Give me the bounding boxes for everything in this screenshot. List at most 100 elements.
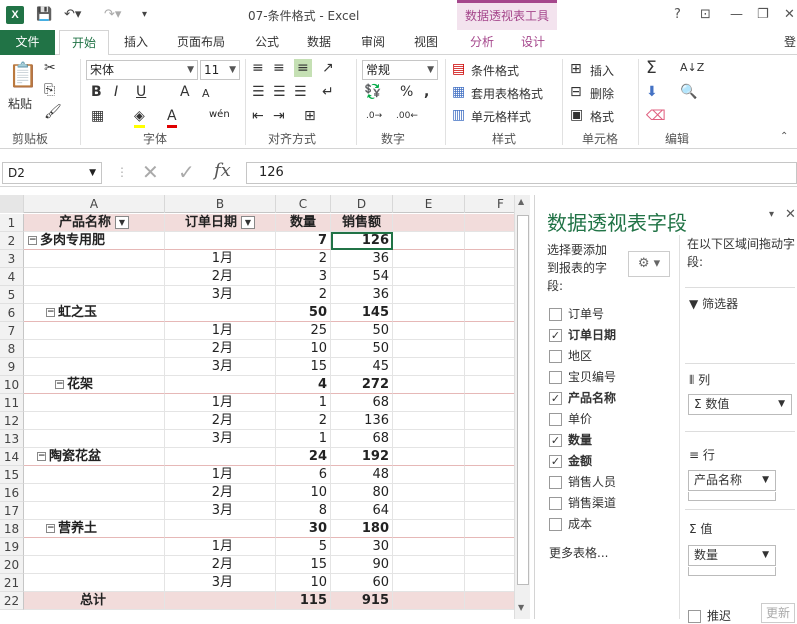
cell[interactable] bbox=[24, 250, 165, 268]
wrap-text-icon[interactable]: ↵ bbox=[322, 83, 334, 101]
cell-styles-button[interactable]: 单元格样式 bbox=[471, 108, 531, 125]
font-name-select[interactable]: 宋体 ▼ bbox=[86, 60, 198, 80]
group-label[interactable]: − 陶瓷花盆 bbox=[24, 448, 165, 466]
qty-cell[interactable]: 1 bbox=[276, 430, 331, 448]
tab-formulas[interactable]: 公式 bbox=[255, 30, 279, 55]
cell[interactable] bbox=[165, 376, 276, 394]
align-left-icon[interactable]: ☰ bbox=[252, 83, 265, 101]
row-header[interactable]: 13 bbox=[0, 430, 24, 448]
sales-cell[interactable]: 36 bbox=[331, 286, 393, 304]
qty-cell[interactable]: 2 bbox=[276, 250, 331, 268]
row-header[interactable]: 12 bbox=[0, 412, 24, 430]
paste-button[interactable]: 粘贴 bbox=[8, 95, 32, 112]
decrease-decimal-icon[interactable]: .00← bbox=[396, 107, 418, 125]
qty-cell[interactable]: 2 bbox=[276, 412, 331, 430]
qty-cell[interactable]: 1 bbox=[276, 394, 331, 412]
cell[interactable] bbox=[393, 556, 465, 574]
month-cell[interactable]: 2月 bbox=[165, 484, 276, 502]
scroll-down-icon[interactable]: ▼ bbox=[518, 603, 524, 612]
sales-cell[interactable]: 126 bbox=[331, 232, 393, 250]
tab-analyze[interactable]: 分析 bbox=[470, 30, 494, 55]
tab-home[interactable]: 开始 bbox=[59, 30, 109, 56]
cell[interactable] bbox=[24, 556, 165, 574]
align-top-icon[interactable]: ≡ bbox=[252, 59, 264, 77]
minimize-icon[interactable]: — bbox=[730, 6, 743, 24]
cell-styles-icon[interactable]: ▥ bbox=[452, 106, 465, 124]
merge-center-icon[interactable]: ⊞ bbox=[304, 107, 316, 125]
row-header[interactable]: 7 bbox=[0, 322, 24, 340]
cell[interactable] bbox=[24, 340, 165, 358]
month-cell[interactable]: 3月 bbox=[165, 430, 276, 448]
field-checkbox[interactable]: ✓ bbox=[549, 434, 562, 447]
qty-cell[interactable]: 50 bbox=[276, 304, 331, 322]
cell[interactable] bbox=[24, 502, 165, 520]
formula-input[interactable]: 126 bbox=[246, 162, 797, 184]
month-cell[interactable]: 1月 bbox=[165, 250, 276, 268]
scroll-up-icon[interactable]: ▲ bbox=[518, 197, 524, 206]
insert-cells-button[interactable]: 插入 bbox=[590, 62, 614, 79]
clear-icon[interactable]: ⌫ bbox=[646, 107, 666, 125]
month-cell[interactable]: 2月 bbox=[165, 412, 276, 430]
field-settings-gear-icon[interactable]: ⚙ ▾ bbox=[628, 251, 670, 277]
cell[interactable] bbox=[24, 268, 165, 286]
phonetic-button[interactable]: wén bbox=[209, 109, 230, 120]
field-checkbox[interactable]: ✓ bbox=[549, 329, 562, 342]
sales-cell[interactable]: 30 bbox=[331, 538, 393, 556]
group-label[interactable]: − 营养土 bbox=[24, 520, 165, 538]
sales-cell[interactable]: 180 bbox=[331, 520, 393, 538]
scroll-thumb[interactable] bbox=[517, 215, 529, 585]
cell[interactable] bbox=[393, 340, 465, 358]
format-as-table-icon[interactable]: ▦ bbox=[452, 83, 465, 101]
align-right-icon[interactable]: ☰ bbox=[294, 83, 307, 101]
sales-cell[interactable]: 60 bbox=[331, 574, 393, 592]
bold-button[interactable]: B bbox=[91, 83, 102, 101]
qty-cell[interactable]: 3 bbox=[276, 268, 331, 286]
select-all-corner[interactable] bbox=[0, 195, 24, 213]
decrease-indent-icon[interactable]: ⇤ bbox=[252, 107, 264, 125]
delete-cells-icon[interactable]: ⊟ bbox=[570, 83, 582, 101]
sales-cell[interactable]: 64 bbox=[331, 502, 393, 520]
cell[interactable] bbox=[24, 358, 165, 376]
values-area-item[interactable]: 数量 ▼ bbox=[688, 545, 776, 566]
collapse-icon[interactable]: − bbox=[46, 524, 55, 533]
qty-cell[interactable]: 5 bbox=[276, 538, 331, 556]
month-cell[interactable]: 3月 bbox=[165, 574, 276, 592]
sales-cell[interactable]: 90 bbox=[331, 556, 393, 574]
cell[interactable] bbox=[393, 466, 465, 484]
increase-indent-icon[interactable]: ⇥ bbox=[273, 107, 285, 125]
grand-total-label[interactable]: 总计 bbox=[24, 592, 165, 610]
cell[interactable] bbox=[393, 286, 465, 304]
tab-design[interactable]: 设计 bbox=[521, 30, 545, 55]
undo-icon[interactable]: ↶▾ bbox=[64, 6, 81, 24]
pivot-field-item[interactable]: 成本 bbox=[549, 515, 592, 533]
name-box[interactable]: D2 ▼ bbox=[2, 162, 102, 184]
cell[interactable] bbox=[393, 592, 465, 610]
month-cell[interactable]: 2月 bbox=[165, 556, 276, 574]
qty-cell[interactable]: 6 bbox=[276, 466, 331, 484]
cell[interactable] bbox=[24, 574, 165, 592]
pivot-field-item[interactable]: ✓ 订单日期 bbox=[549, 326, 616, 344]
fill-icon[interactable]: ⬇ bbox=[646, 83, 658, 101]
pivot-field-item[interactable]: ✓ 产品名称 bbox=[549, 389, 616, 407]
cell[interactable] bbox=[165, 520, 276, 538]
month-cell[interactable]: 1月 bbox=[165, 538, 276, 556]
column-header[interactable]: A bbox=[24, 195, 165, 213]
field-checkbox[interactable] bbox=[549, 413, 562, 426]
field-checkbox[interactable] bbox=[549, 308, 562, 321]
sales-cell[interactable]: 145 bbox=[331, 304, 393, 322]
cell[interactable] bbox=[24, 412, 165, 430]
month-cell[interactable]: 3月 bbox=[165, 286, 276, 304]
field-checkbox[interactable]: ✓ bbox=[549, 392, 562, 405]
collapse-icon[interactable]: − bbox=[46, 308, 55, 317]
qty-cell[interactable]: 10 bbox=[276, 484, 331, 502]
vertical-scrollbar[interactable]: ▲ ▼ bbox=[514, 195, 530, 619]
restore-icon[interactable]: ❐ bbox=[757, 6, 769, 24]
find-select-icon[interactable]: 🔍 bbox=[680, 83, 697, 101]
rows-area-item[interactable]: 产品名称 ▼ bbox=[688, 470, 776, 491]
row-header[interactable]: 4 bbox=[0, 268, 24, 286]
row-header[interactable]: 8 bbox=[0, 340, 24, 358]
increase-decimal-icon[interactable]: .0→ bbox=[366, 107, 382, 125]
align-middle-icon[interactable]: ≡ bbox=[273, 59, 285, 77]
insert-cells-icon[interactable]: ⊞ bbox=[570, 60, 582, 78]
column-header[interactable]: C bbox=[276, 195, 331, 213]
